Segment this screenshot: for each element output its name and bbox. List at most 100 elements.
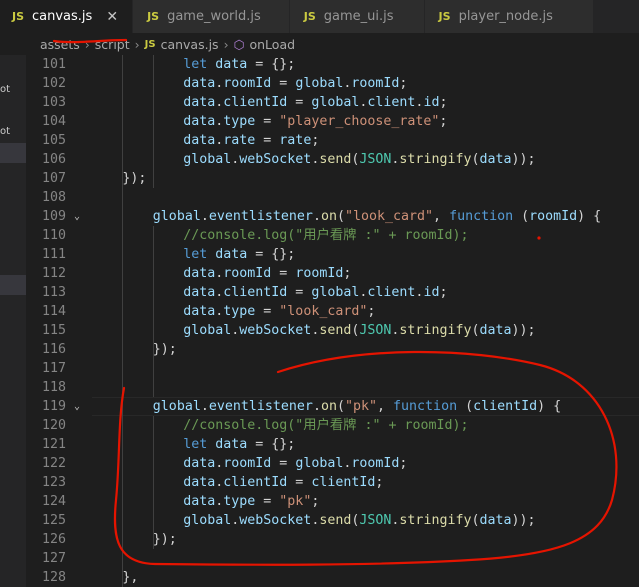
line-number: 107 (41, 171, 66, 186)
code-token: )); (511, 323, 536, 338)
code-token: on (320, 209, 337, 224)
code-token: ; (343, 266, 352, 281)
code-token: data (215, 437, 248, 452)
code-line[interactable]: 127 (26, 549, 639, 568)
code-line[interactable]: 115 global.webSocket.send(JSON.stringify(… (26, 321, 639, 340)
code-token: webSocket (239, 513, 312, 528)
line-number: 120 (41, 418, 66, 433)
code-line[interactable]: 113 data.clientId = global.client.id; (26, 283, 639, 302)
code-token: ( (336, 209, 345, 224)
js-file-icon: JS (438, 10, 451, 23)
line-number: 104 (41, 114, 66, 129)
code-token: stringify (399, 323, 472, 338)
code-token: ( (513, 209, 530, 224)
tab-game-ui-js[interactable]: JS game_ui.js (289, 0, 425, 33)
code-line[interactable]: 104 data.type = "player_choose_rate"; (26, 112, 639, 131)
side-panel-item[interactable]: ot (0, 123, 26, 141)
breadcrumb-script[interactable]: script (95, 37, 130, 52)
code-line[interactable]: 114 data.type = "look_card"; (26, 302, 639, 321)
line-number: 124 (41, 494, 66, 509)
tab-label: player_node.js (458, 9, 553, 24)
code-line[interactable]: 126}); (26, 530, 639, 549)
code-token: data (479, 513, 512, 528)
code-line[interactable]: 119 ⌄ global.eventlistener.on("pk", functi… (26, 397, 639, 416)
tab-bar: JS canvas.js ✕ JS game_world.js JS game_… (0, 0, 639, 33)
code-token: function (393, 399, 458, 414)
code-line[interactable]: 125 global.webSocket.send(JSON.stringify(… (26, 511, 639, 530)
code-line[interactable]: 103 data.clientId = global.client.id; (26, 93, 639, 112)
code-line[interactable]: 118 (26, 378, 639, 397)
tab-player-node-js[interactable]: JS player_node.js (424, 0, 594, 33)
line-number: 121 (41, 437, 66, 452)
code-token: type (223, 304, 256, 319)
code-token: data (183, 95, 216, 110)
code-token: let (183, 247, 208, 262)
code-token: }); (122, 171, 147, 186)
line-number: 114 (41, 304, 66, 319)
fold-chevron-icon[interactable]: ⌄ (74, 207, 80, 226)
code-token: global (152, 209, 201, 224)
line-number: 112 (41, 266, 66, 281)
code-token: . (312, 209, 321, 224)
code-token: webSocket (239, 152, 312, 167)
indent-guide (152, 226, 154, 397)
code-text: data.clientId = global.client.id; (183, 93, 447, 112)
breadcrumb-file[interactable]: canvas.js (161, 37, 219, 52)
code-line[interactable]: 120 //console.log("用户看牌 :" + roomId); (26, 416, 639, 435)
code-line[interactable]: 110 //console.log("用户看牌 :" + roomId); (26, 226, 639, 245)
code-token: ( (336, 399, 345, 414)
code-token: )); (511, 152, 536, 167)
line-number: 128 (41, 570, 66, 585)
breadcrumb-symbol[interactable]: onLoad (249, 37, 295, 52)
code-token: = {}; (247, 437, 296, 452)
code-token: let (183, 437, 208, 452)
code-token: data (183, 133, 216, 148)
code-token: global (183, 152, 232, 167)
code-token: "look_card" (344, 209, 434, 224)
code-editor[interactable]: 101 let data = {}; 102 data.roomId = global… (26, 55, 639, 587)
code-token: rate (279, 133, 312, 148)
side-panel-selected-item[interactable] (0, 143, 26, 163)
code-token: global (311, 95, 360, 110)
line-number: 127 (41, 551, 66, 566)
code-token: send (319, 323, 352, 338)
code-token: global (152, 399, 201, 414)
code-text: }, (122, 568, 138, 587)
code-text: data.rate = rate; (183, 131, 319, 150)
close-icon[interactable]: ✕ (106, 9, 118, 25)
tab-game-world-js[interactable]: JS game_world.js (133, 0, 290, 33)
line-number: 115 (41, 323, 66, 338)
code-token: ) { (537, 399, 562, 414)
code-token: )); (511, 513, 536, 528)
side-panel-selected-item[interactable] (0, 275, 26, 295)
code-line[interactable]: 123 data.clientId = clientId; (26, 473, 639, 492)
indent-guide (152, 55, 154, 188)
code-line[interactable]: 105 data.rate = rate; (26, 131, 639, 150)
line-number: 123 (41, 475, 66, 490)
code-line[interactable]: 122 data.roomId = global.roomId; (26, 454, 639, 473)
code-line[interactable]: 109 ⌄ global.eventlistener.on("look_card",… (26, 207, 639, 226)
code-token: data (183, 285, 216, 300)
code-text: data.clientId = global.client.id; (183, 283, 447, 302)
code-text: data.clientId = clientId; (183, 473, 383, 492)
code-token: "player_choose_rate" (279, 114, 440, 129)
breadcrumb-assets[interactable]: assets (40, 37, 80, 52)
code-token: eventlistener (208, 399, 313, 414)
code-line[interactable]: 116}); (26, 340, 639, 359)
code-line[interactable]: 128}, (26, 568, 639, 587)
side-panel-item[interactable]: ot (0, 81, 26, 99)
code-line[interactable]: 112 data.roomId = roomId; (26, 264, 639, 283)
code-line[interactable]: 107}); (26, 169, 639, 188)
code-line[interactable]: 102 data.roomId = global.roomId; (26, 74, 639, 93)
code-line[interactable]: 124 data.type = "pk"; (26, 492, 639, 511)
fold-chevron-icon[interactable]: ⌄ (74, 397, 80, 416)
tab-canvas-js[interactable]: JS canvas.js ✕ (0, 0, 134, 33)
code-token: function (449, 209, 514, 224)
code-line[interactable]: 111 let data = {}; (26, 245, 639, 264)
code-line[interactable]: 106 global.webSocket.send(JSON.stringify(… (26, 150, 639, 169)
code-token: }); (152, 342, 177, 357)
code-line[interactable]: 121 let data = {}; (26, 435, 639, 454)
code-line[interactable]: 117 (26, 359, 639, 378)
code-line[interactable]: 101 let data = {}; (26, 55, 639, 74)
code-line[interactable]: 108 (26, 188, 639, 207)
